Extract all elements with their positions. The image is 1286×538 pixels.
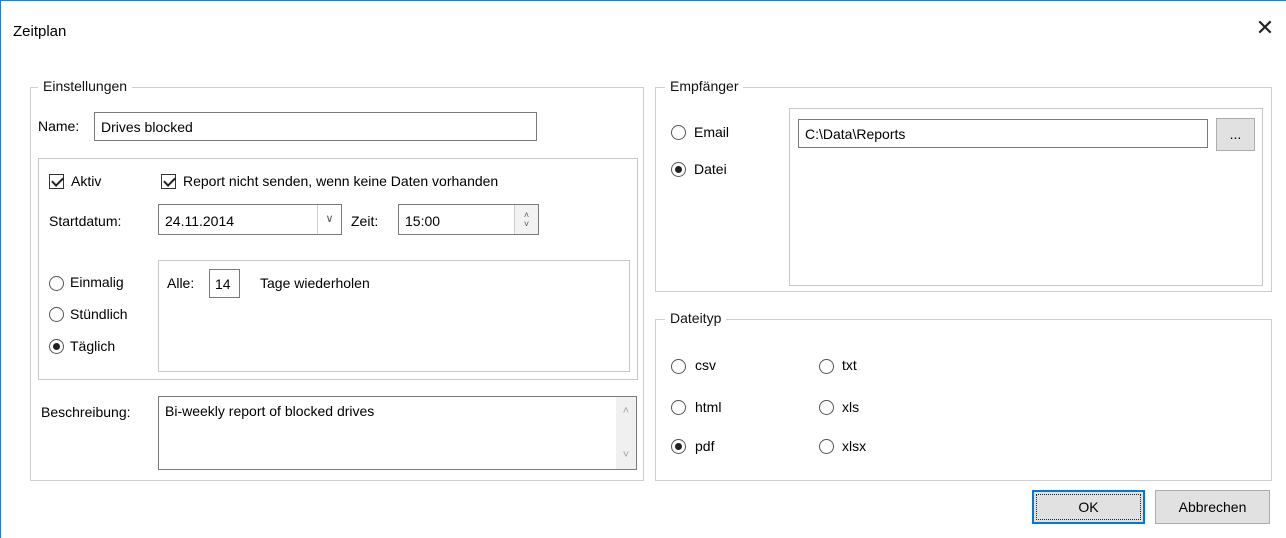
csv-label: csv bbox=[695, 357, 716, 373]
ok-label: OK bbox=[1078, 499, 1099, 515]
path-input[interactable]: C:\Data\Reports bbox=[798, 119, 1208, 148]
xls-label: xls bbox=[842, 399, 860, 415]
xlsx-label: xlsx bbox=[842, 438, 867, 454]
datei-label: Datei bbox=[694, 161, 727, 177]
filetype-group: Dateityp bbox=[655, 310, 1272, 481]
repeat-every-label: Alle: bbox=[167, 275, 195, 291]
txt-label: txt bbox=[842, 357, 857, 373]
name-label: Name: bbox=[38, 118, 80, 134]
description-textarea[interactable]: Bi-weekly report of blocked drives ˄ ˅ bbox=[158, 396, 637, 470]
time-label: Zeit: bbox=[351, 213, 379, 229]
aktiv-checkbox[interactable] bbox=[49, 174, 64, 189]
repeat-suffix-label: Tage wiederholen bbox=[260, 275, 370, 291]
schedule-dialog: Zeitplan ✕ Einstellungen Name: Drives bl… bbox=[0, 0, 1286, 538]
radio-csv[interactable] bbox=[671, 359, 686, 374]
description-scrollbar[interactable]: ˄ ˅ bbox=[616, 397, 636, 469]
time-input[interactable]: 15:00 ˄ ˅ bbox=[398, 204, 539, 235]
browse-button[interactable]: ... bbox=[1216, 118, 1255, 151]
description-value: Bi-weekly report of blocked drives bbox=[165, 403, 375, 419]
name-input[interactable]: Drives blocked bbox=[94, 112, 537, 141]
cancel-label: Abbrechen bbox=[1178, 499, 1247, 515]
radio-pdf[interactable] bbox=[671, 439, 686, 454]
scroll-up-icon[interactable]: ˄ bbox=[616, 401, 636, 421]
dialog-title: Zeitplan bbox=[13, 23, 67, 40]
settings-legend: Einstellungen bbox=[38, 78, 133, 94]
radio-email[interactable] bbox=[671, 125, 686, 140]
startdate-label: Startdatum: bbox=[49, 213, 122, 229]
scroll-down-icon[interactable]: ˅ bbox=[616, 445, 636, 465]
time-value: 15:00 bbox=[405, 213, 441, 229]
ok-button[interactable]: OK bbox=[1032, 490, 1145, 524]
chevron-down-icon[interactable]: ∨ bbox=[317, 205, 341, 234]
pdf-label: pdf bbox=[695, 438, 715, 454]
radio-html[interactable] bbox=[671, 400, 686, 415]
radio-xls[interactable] bbox=[819, 400, 834, 415]
repeat-every-input[interactable]: 14 bbox=[209, 269, 240, 298]
startdate-dropdown[interactable]: 24.11.2014 ∨ bbox=[158, 204, 342, 235]
radio-taeglich[interactable] bbox=[49, 339, 64, 354]
radio-datei[interactable] bbox=[671, 162, 686, 177]
radio-txt[interactable] bbox=[819, 359, 834, 374]
einmalig-label: Einmalig bbox=[70, 274, 124, 290]
no-send-checkbox[interactable] bbox=[161, 174, 176, 189]
radio-xlsx[interactable] bbox=[819, 439, 834, 454]
cancel-button[interactable]: Abbrechen bbox=[1155, 490, 1270, 524]
aktiv-label: Aktiv bbox=[71, 173, 102, 189]
close-icon[interactable]: ✕ bbox=[1254, 17, 1276, 41]
stuendlich-label: Stündlich bbox=[70, 306, 128, 322]
startdate-value: 24.11.2014 bbox=[165, 213, 235, 229]
email-label: Email bbox=[694, 124, 730, 140]
spinner-icon[interactable]: ˄ ˅ bbox=[514, 205, 538, 234]
radio-stuendlich[interactable] bbox=[49, 307, 64, 322]
html-label: html bbox=[695, 399, 722, 415]
no-send-label: Report nicht senden, wenn keine Daten vo… bbox=[183, 173, 499, 189]
taeglich-label: Täglich bbox=[70, 338, 116, 354]
filetype-legend: Dateityp bbox=[665, 310, 727, 326]
radio-einmalig[interactable] bbox=[49, 276, 64, 291]
description-label: Beschreibung: bbox=[41, 404, 131, 420]
recipient-legend: Empfänger bbox=[665, 78, 744, 94]
